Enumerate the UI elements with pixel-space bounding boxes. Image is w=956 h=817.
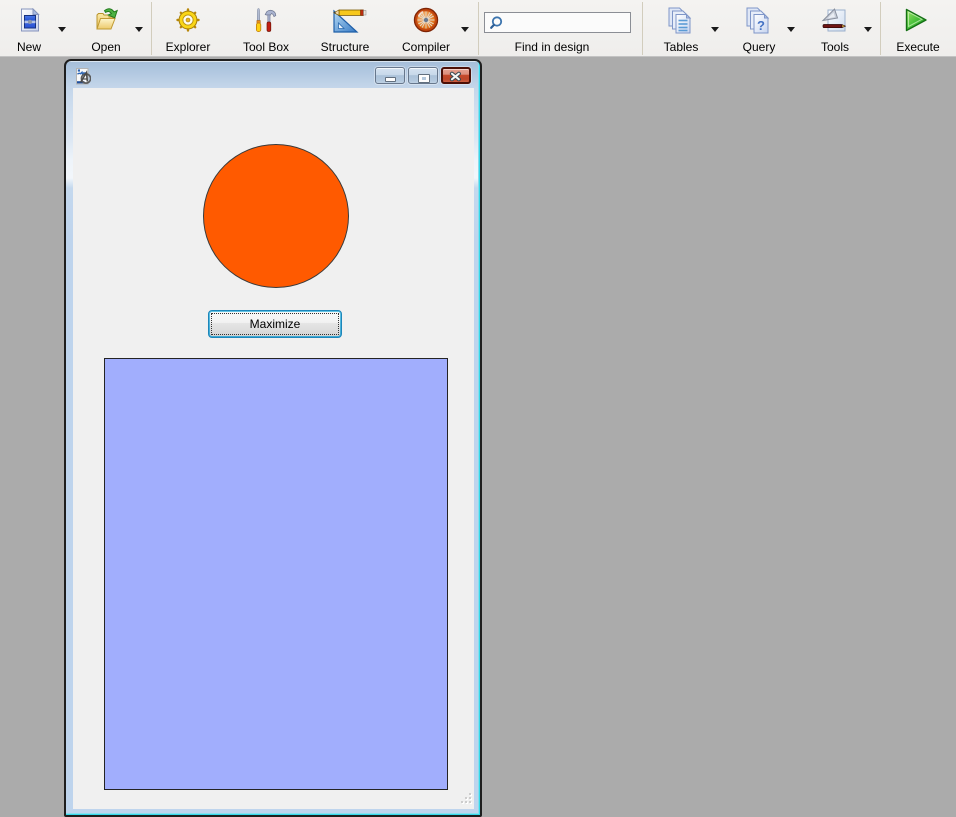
svg-text:?: ?: [757, 18, 765, 33]
